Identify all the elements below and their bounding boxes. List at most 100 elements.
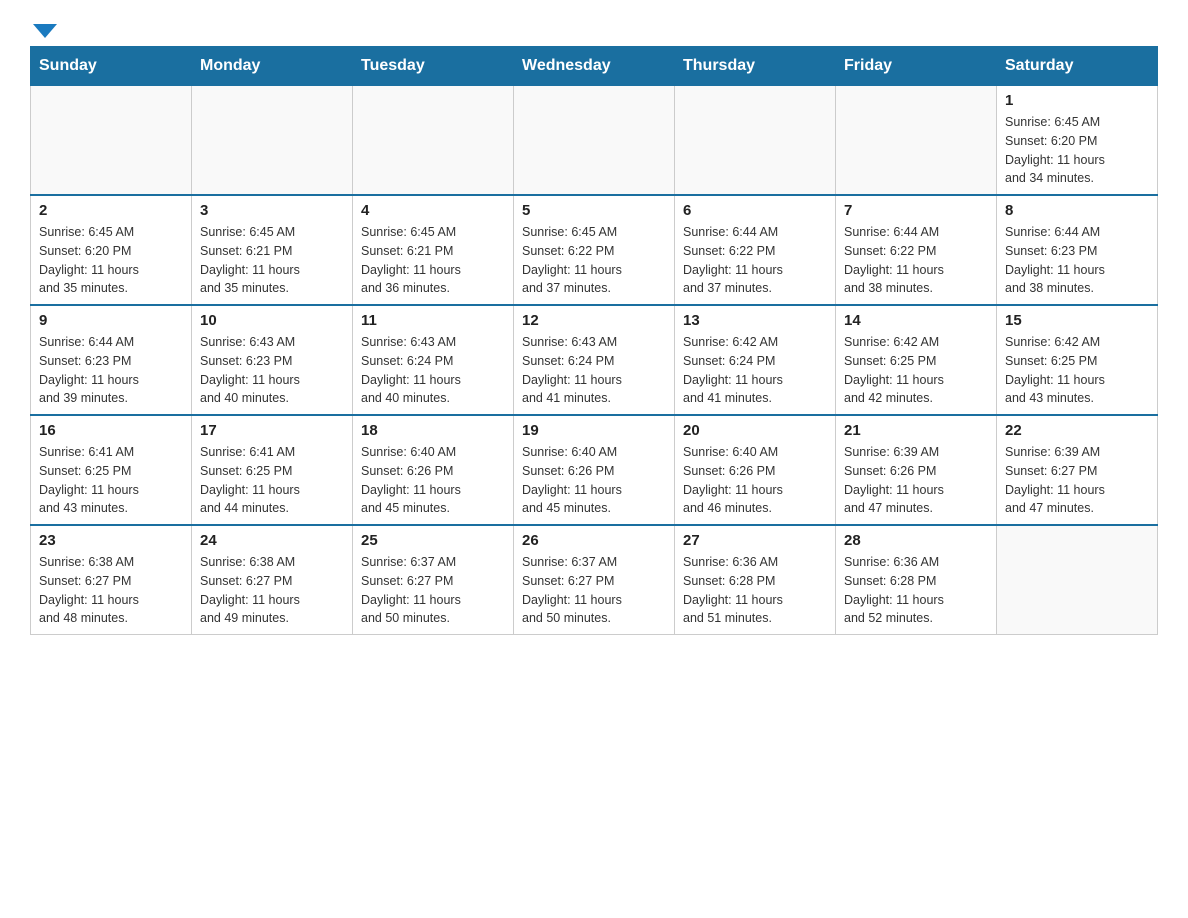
logo-arrow-icon [33, 24, 57, 38]
calendar-table: SundayMondayTuesdayWednesdayThursdayFrid… [30, 46, 1158, 635]
day-number: 26 [522, 532, 666, 549]
page-header [30, 20, 1158, 36]
calendar-cell: 20 Sunrise: 6:40 AMSunset: 6:26 PMDayligh… [675, 415, 836, 525]
day-number: 13 [683, 312, 827, 329]
header-monday: Monday [192, 47, 353, 86]
day-info: Sunrise: 6:37 AMSunset: 6:27 PMDaylight:… [522, 553, 666, 628]
calendar-cell: 23 Sunrise: 6:38 AMSunset: 6:27 PMDayligh… [31, 525, 192, 635]
calendar-cell: 16 Sunrise: 6:41 AMSunset: 6:25 PMDayligh… [31, 415, 192, 525]
day-info: Sunrise: 6:41 AMSunset: 6:25 PMDaylight:… [200, 443, 344, 518]
day-info: Sunrise: 6:39 AMSunset: 6:26 PMDaylight:… [844, 443, 988, 518]
day-info: Sunrise: 6:44 AMSunset: 6:22 PMDaylight:… [844, 223, 988, 298]
header-friday: Friday [836, 47, 997, 86]
calendar-cell: 28 Sunrise: 6:36 AMSunset: 6:28 PMDayligh… [836, 525, 997, 635]
day-info: Sunrise: 6:39 AMSunset: 6:27 PMDaylight:… [1005, 443, 1149, 518]
day-info: Sunrise: 6:45 AMSunset: 6:21 PMDaylight:… [361, 223, 505, 298]
calendar-cell: 1 Sunrise: 6:45 AMSunset: 6:20 PMDaylight… [997, 86, 1158, 196]
day-info: Sunrise: 6:40 AMSunset: 6:26 PMDaylight:… [683, 443, 827, 518]
calendar-cell: 21Sunrise: 6:39 AMSunset: 6:26 PMDayligh… [836, 415, 997, 525]
calendar-week-row: 16 Sunrise: 6:41 AMSunset: 6:25 PMDayligh… [31, 415, 1158, 525]
calendar-cell: 6 Sunrise: 6:44 AMSunset: 6:22 PMDaylight… [675, 195, 836, 305]
calendar-cell [353, 86, 514, 196]
calendar-header-row: SundayMondayTuesdayWednesdayThursdayFrid… [31, 47, 1158, 86]
day-number: 3 [200, 202, 344, 219]
calendar-week-row: 1 Sunrise: 6:45 AMSunset: 6:20 PMDaylight… [31, 86, 1158, 196]
header-tuesday: Tuesday [353, 47, 514, 86]
calendar-cell: 15Sunrise: 6:42 AMSunset: 6:25 PMDayligh… [997, 305, 1158, 415]
calendar-cell: 10 Sunrise: 6:43 AMSunset: 6:23 PMDayligh… [192, 305, 353, 415]
header-wednesday: Wednesday [514, 47, 675, 86]
calendar-week-row: 23 Sunrise: 6:38 AMSunset: 6:27 PMDayligh… [31, 525, 1158, 635]
calendar-cell: 11 Sunrise: 6:43 AMSunset: 6:24 PMDayligh… [353, 305, 514, 415]
day-number: 18 [361, 422, 505, 439]
day-number: 25 [361, 532, 505, 549]
day-number: 9 [39, 312, 183, 329]
day-number: 8 [1005, 202, 1149, 219]
day-number: 15 [1005, 312, 1149, 329]
calendar-cell: 5 Sunrise: 6:45 AMSunset: 6:22 PMDaylight… [514, 195, 675, 305]
calendar-cell: 2Sunrise: 6:45 AMSunset: 6:20 PMDaylight… [31, 195, 192, 305]
calendar-cell: 18 Sunrise: 6:40 AMSunset: 6:26 PMDayligh… [353, 415, 514, 525]
logo [30, 20, 57, 36]
day-info: Sunrise: 6:38 AMSunset: 6:27 PMDaylight:… [200, 553, 344, 628]
day-number: 14 [844, 312, 988, 329]
calendar-cell: 13 Sunrise: 6:42 AMSunset: 6:24 PMDayligh… [675, 305, 836, 415]
day-number: 6 [683, 202, 827, 219]
day-number: 4 [361, 202, 505, 219]
day-number: 24 [200, 532, 344, 549]
day-number: 22 [1005, 422, 1149, 439]
day-number: 20 [683, 422, 827, 439]
calendar-cell [192, 86, 353, 196]
day-info: Sunrise: 6:43 AMSunset: 6:24 PMDaylight:… [522, 333, 666, 408]
day-info: Sunrise: 6:40 AMSunset: 6:26 PMDaylight:… [361, 443, 505, 518]
calendar-cell [514, 86, 675, 196]
day-number: 19 [522, 422, 666, 439]
day-number: 16 [39, 422, 183, 439]
calendar-cell: 26 Sunrise: 6:37 AMSunset: 6:27 PMDayligh… [514, 525, 675, 635]
day-number: 7 [844, 202, 988, 219]
calendar-cell: 24 Sunrise: 6:38 AMSunset: 6:27 PMDayligh… [192, 525, 353, 635]
calendar-cell: 3 Sunrise: 6:45 AMSunset: 6:21 PMDaylight… [192, 195, 353, 305]
day-number: 23 [39, 532, 183, 549]
day-number: 28 [844, 532, 988, 549]
day-info: Sunrise: 6:43 AMSunset: 6:24 PMDaylight:… [361, 333, 505, 408]
calendar-cell: 22 Sunrise: 6:39 AMSunset: 6:27 PMDayligh… [997, 415, 1158, 525]
calendar-cell [31, 86, 192, 196]
day-info: Sunrise: 6:40 AMSunset: 6:26 PMDaylight:… [522, 443, 666, 518]
day-number: 11 [361, 312, 505, 329]
day-info: Sunrise: 6:45 AMSunset: 6:20 PMDaylight:… [1005, 113, 1149, 188]
day-info: Sunrise: 6:44 AMSunset: 6:22 PMDaylight:… [683, 223, 827, 298]
calendar-cell: 8 Sunrise: 6:44 AMSunset: 6:23 PMDaylight… [997, 195, 1158, 305]
day-number: 5 [522, 202, 666, 219]
day-info: Sunrise: 6:36 AMSunset: 6:28 PMDaylight:… [844, 553, 988, 628]
calendar-cell: 27 Sunrise: 6:36 AMSunset: 6:28 PMDayligh… [675, 525, 836, 635]
day-info: Sunrise: 6:44 AMSunset: 6:23 PMDaylight:… [1005, 223, 1149, 298]
day-info: Sunrise: 6:38 AMSunset: 6:27 PMDaylight:… [39, 553, 183, 628]
day-info: Sunrise: 6:44 AMSunset: 6:23 PMDaylight:… [39, 333, 183, 408]
calendar-cell [675, 86, 836, 196]
day-info: Sunrise: 6:36 AMSunset: 6:28 PMDaylight:… [683, 553, 827, 628]
day-info: Sunrise: 6:45 AMSunset: 6:20 PMDaylight:… [39, 223, 183, 298]
calendar-week-row: 2Sunrise: 6:45 AMSunset: 6:20 PMDaylight… [31, 195, 1158, 305]
calendar-cell: 14 Sunrise: 6:42 AMSunset: 6:25 PMDayligh… [836, 305, 997, 415]
day-number: 10 [200, 312, 344, 329]
calendar-cell: 19 Sunrise: 6:40 AMSunset: 6:26 PMDayligh… [514, 415, 675, 525]
day-info: Sunrise: 6:42 AMSunset: 6:25 PMDaylight:… [844, 333, 988, 408]
calendar-cell: 9 Sunrise: 6:44 AMSunset: 6:23 PMDaylight… [31, 305, 192, 415]
day-number: 12 [522, 312, 666, 329]
calendar-cell: 7 Sunrise: 6:44 AMSunset: 6:22 PMDaylight… [836, 195, 997, 305]
day-info: Sunrise: 6:45 AMSunset: 6:21 PMDaylight:… [200, 223, 344, 298]
calendar-cell: 12 Sunrise: 6:43 AMSunset: 6:24 PMDayligh… [514, 305, 675, 415]
calendar-cell: 4 Sunrise: 6:45 AMSunset: 6:21 PMDaylight… [353, 195, 514, 305]
calendar-cell [997, 525, 1158, 635]
day-info: Sunrise: 6:41 AMSunset: 6:25 PMDaylight:… [39, 443, 183, 518]
day-info: Sunrise: 6:43 AMSunset: 6:23 PMDaylight:… [200, 333, 344, 408]
day-info: Sunrise: 6:42 AMSunset: 6:24 PMDaylight:… [683, 333, 827, 408]
header-sunday: Sunday [31, 47, 192, 86]
header-thursday: Thursday [675, 47, 836, 86]
day-info: Sunrise: 6:45 AMSunset: 6:22 PMDaylight:… [522, 223, 666, 298]
calendar-cell [836, 86, 997, 196]
day-number: 1 [1005, 92, 1149, 109]
calendar-cell: 17Sunrise: 6:41 AMSunset: 6:25 PMDayligh… [192, 415, 353, 525]
day-number: 27 [683, 532, 827, 549]
